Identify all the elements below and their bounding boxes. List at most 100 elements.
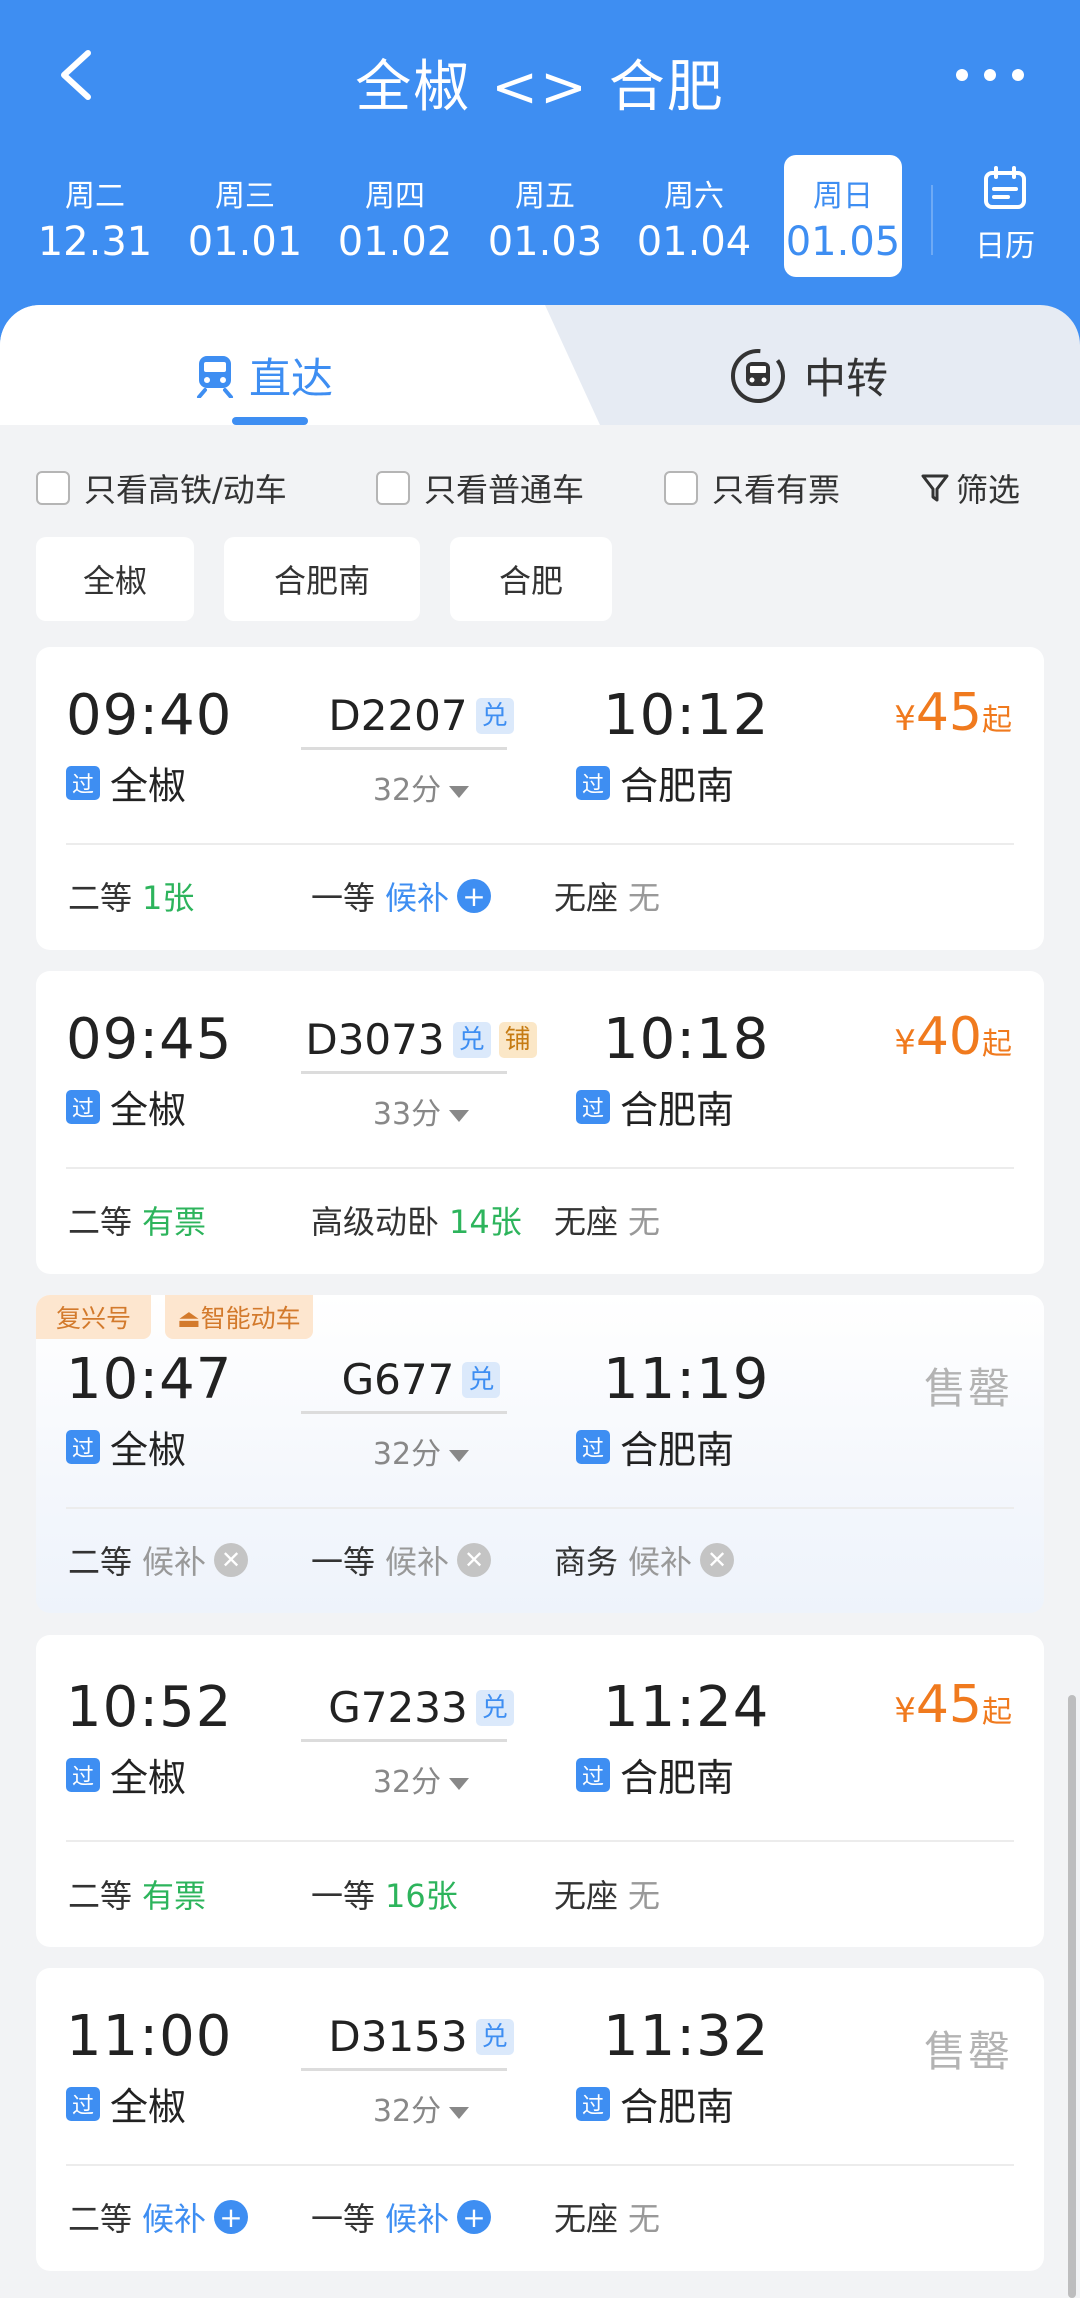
train-card[interactable]: 09:45 过全椒 D3073 兑铺 33分 10:18 过合肥南 ¥40起 二等… — [36, 971, 1044, 1274]
pass-through-badge: 过 — [576, 2086, 610, 2121]
station-name: 全椒 — [110, 1428, 187, 1472]
station-chip[interactable]: 合肥南 — [224, 537, 420, 621]
date-weekday: 周日 — [813, 179, 873, 214]
pass-through-badge: 过 — [66, 2086, 100, 2121]
checkbox-icon — [376, 471, 410, 505]
departure-time: 10:47 — [66, 1347, 233, 1412]
duration-text: 32分 — [372, 1437, 442, 1472]
duration[interactable]: 33分 — [276, 1089, 566, 1133]
seat-class: 二等 1张 — [68, 873, 194, 919]
train-card[interactable]: 复兴号 ⏏智能动车 10:47 过全椒 G677 兑 32分 11:19 过合肥南… — [36, 1295, 1044, 1613]
train-card[interactable]: 10:52 过全椒 G7233 兑 32分 11:24 过合肥南 ¥45起 二等有… — [36, 1635, 1044, 1947]
date-tab-0101[interactable]: 周三 01.01 — [186, 155, 304, 277]
close-circle-icon: ✕ — [457, 1543, 492, 1577]
filter-available-checkbox[interactable]: 只看有票 — [664, 465, 840, 511]
pass-through-badge: 过 — [66, 765, 100, 800]
filter-normal-checkbox[interactable]: 只看普通车 — [376, 465, 584, 511]
plus-icon[interactable]: + — [214, 2200, 249, 2234]
station-filter: 全椒 合肥南 合肥 — [0, 537, 1080, 622]
station-name: 全椒 — [110, 1756, 187, 1800]
station-name: 合肥南 — [620, 764, 735, 808]
station-chip[interactable]: 合肥 — [450, 537, 612, 621]
date-tab-0104[interactable]: 周六 01.04 — [635, 155, 753, 277]
divider — [66, 2164, 1014, 2166]
seat-name: 高级动卧 — [311, 1203, 440, 1241]
duration[interactable]: 32分 — [276, 2086, 566, 2130]
date-selector: 周二 12.31 周三 01.01 周四 01.02 周五 01.03 周六 0… — [0, 155, 1080, 285]
divider — [66, 1840, 1014, 1842]
price: ¥45起 — [894, 1675, 1012, 1735]
more-dots-icon[interactable] — [950, 55, 1030, 95]
seat-class: 高级动卧 14张 — [311, 1197, 522, 1243]
duration[interactable]: 32分 — [276, 765, 566, 809]
date-tab-0102[interactable]: 周四 01.02 — [336, 155, 454, 277]
seat-class[interactable]: 一等 候补 + — [311, 873, 492, 919]
filter-normal-label: 只看普通车 — [424, 471, 585, 509]
seat-availability: 候补 — [385, 1543, 450, 1581]
plus-icon[interactable]: + — [457, 2200, 492, 2234]
seat-availability: 14张 — [449, 1203, 522, 1241]
station-name: 合肥南 — [620, 1428, 735, 1472]
calendar-icon — [984, 166, 1026, 209]
arrival-time: 10:18 — [603, 1007, 770, 1072]
departure-station: 过全椒 — [66, 1419, 186, 1474]
station-name: 全椒 — [110, 764, 187, 808]
tab-direct-label: 直达 — [249, 354, 334, 403]
station-name: 合肥南 — [620, 2085, 735, 2129]
calendar-button[interactable]: 日历 — [960, 165, 1050, 265]
arrival-time: 11:24 — [603, 1675, 770, 1740]
station-chip[interactable]: 全椒 — [36, 537, 194, 621]
filter-highspeed-checkbox[interactable]: 只看高铁/动车 — [36, 465, 287, 511]
plus-icon[interactable]: + — [457, 879, 492, 913]
fuxing-tag: 复兴号 — [36, 1295, 152, 1339]
duration[interactable]: 32分 — [276, 1757, 566, 1801]
date-weekday: 周二 — [65, 179, 125, 214]
sold-out-label: 售罄 — [923, 1364, 1012, 1413]
divider — [66, 1507, 1014, 1509]
seat-availability: 有票 — [142, 1877, 207, 1915]
train-number: D3153 兑 — [276, 2012, 566, 2061]
filter-button-label: 筛选 — [956, 471, 1021, 509]
seat-class[interactable]: 一等 候补 + — [311, 2194, 492, 2240]
route-line — [301, 1071, 507, 1074]
filter-button[interactable]: 筛选 — [920, 465, 1020, 511]
train-number-text: G677 — [341, 1355, 455, 1404]
funnel-icon — [921, 474, 949, 502]
date-tab-1231[interactable]: 周二 12.31 — [36, 155, 154, 277]
pass-through-badge: 过 — [66, 1757, 100, 1792]
duration[interactable]: 32分 — [276, 1429, 566, 1473]
smart-train-tag: ⏏智能动车 — [165, 1295, 313, 1339]
seat-class: 一等 候补 ✕ — [311, 1537, 492, 1583]
departure-station: 过全椒 — [66, 1079, 186, 1134]
seat-class[interactable]: 二等 候补 + — [68, 2194, 249, 2240]
seat-availability: 无 — [628, 1203, 661, 1241]
seat-availability: 有票 — [142, 1203, 207, 1241]
close-circle-icon: ✕ — [700, 1543, 735, 1577]
date-tab-0103[interactable]: 周五 01.03 — [486, 155, 604, 277]
caret-down-icon — [449, 1449, 470, 1462]
seat-name: 二等 — [68, 1877, 133, 1915]
page-title: 全椒 <> 合肥 — [355, 55, 725, 120]
seat-name: 无座 — [554, 1203, 619, 1241]
seat-class: 无座无 — [554, 2194, 660, 2240]
date-tab-0105-active[interactable]: 周日 01.05 — [784, 155, 902, 277]
seat-name: 一等 — [311, 1877, 376, 1915]
scrollbar[interactable] — [1068, 1695, 1076, 2298]
price: ¥45起 — [894, 683, 1012, 743]
train-card[interactable]: 09:40 过全椒 D2207 兑 32分 10:12 过合肥南 ¥45起 二等 1… — [36, 647, 1044, 950]
caret-down-icon — [449, 1777, 470, 1790]
seat-name: 无座 — [554, 879, 619, 917]
date-weekday: 周六 — [664, 179, 724, 214]
train-card[interactable]: 11:00 过全椒 D3153 兑 32分 11:32 过合肥南 售罄 二等 候补 +… — [36, 1968, 1044, 2271]
date-value: 01.02 — [337, 219, 453, 265]
pass-through-badge: 过 — [576, 765, 610, 800]
seat-name: 二等 — [68, 1203, 133, 1241]
seat-name: 二等 — [68, 2200, 133, 2238]
tab-transfer[interactable]: 中转 — [730, 345, 888, 406]
departure-station: 过全椒 — [66, 1747, 186, 1802]
train-number-text: D3153 — [328, 2012, 468, 2061]
tab-direct[interactable]: 直达 — [195, 345, 333, 406]
price-suffix: 起 — [982, 1027, 1012, 1062]
train-number-text: D3073 — [305, 1015, 445, 1064]
train-shoe-icon: ⏏ — [177, 1304, 201, 1333]
